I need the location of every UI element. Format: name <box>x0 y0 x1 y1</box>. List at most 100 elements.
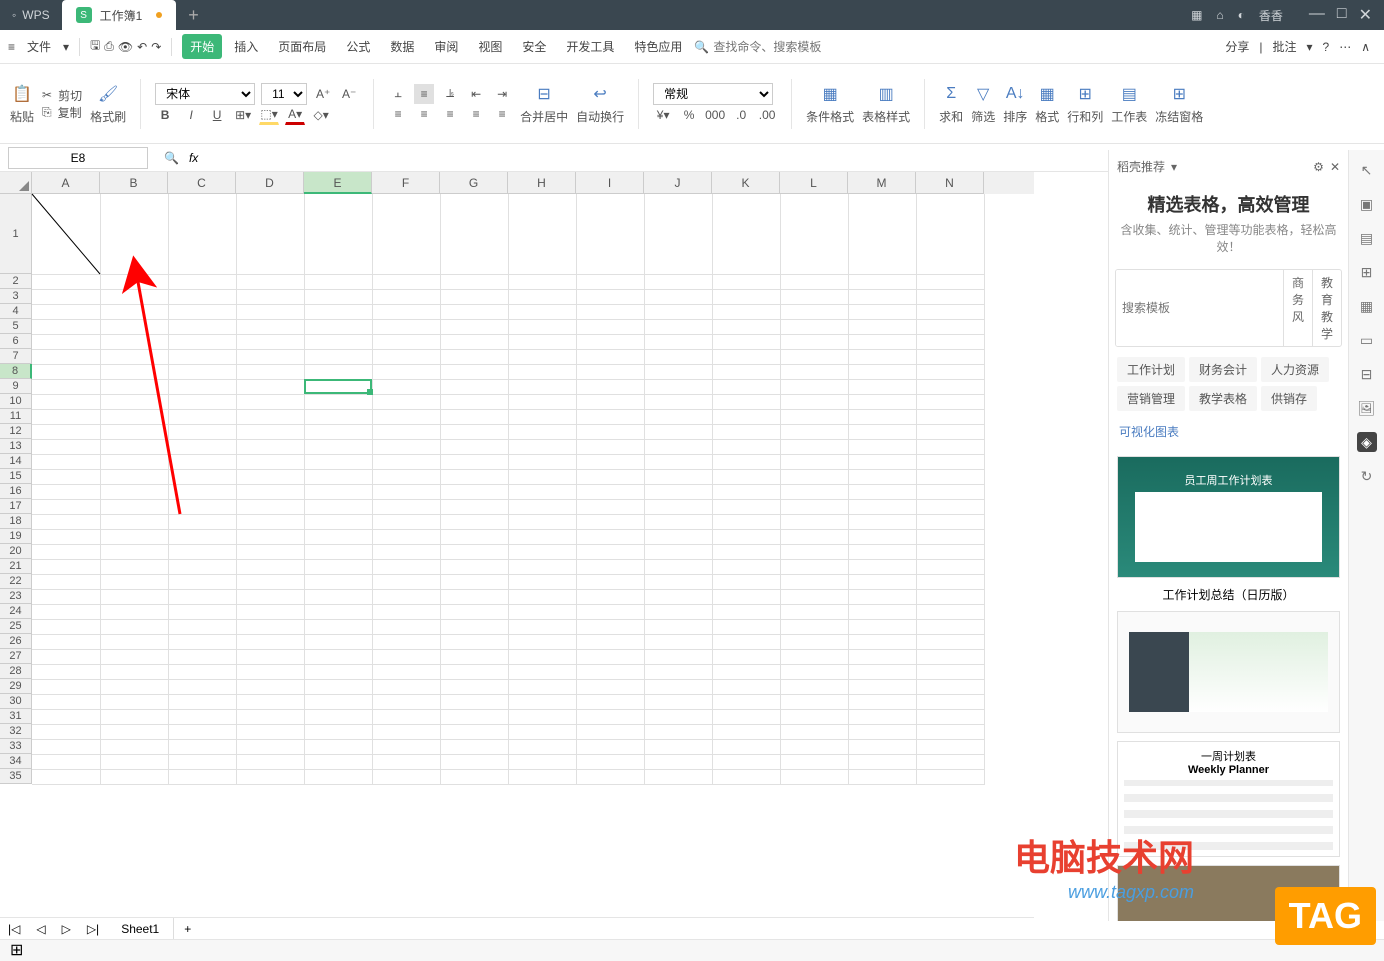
cell-E32[interactable] <box>304 724 372 739</box>
cell-K30[interactable] <box>712 694 780 709</box>
cell-H35[interactable] <box>508 769 576 784</box>
cell-I26[interactable] <box>576 634 644 649</box>
view-tab[interactable]: 视图 <box>470 34 510 59</box>
cell-E2[interactable] <box>304 274 372 289</box>
maximize-button[interactable]: □ <box>1337 5 1347 25</box>
col-header-L[interactable]: L <box>780 172 848 194</box>
cell-K8[interactable] <box>712 364 780 379</box>
font-color-button[interactable]: A▾ <box>285 105 305 125</box>
cell-M15[interactable] <box>848 469 916 484</box>
cell-D22[interactable] <box>236 574 304 589</box>
cell-A31[interactable] <box>32 709 100 724</box>
cell-H14[interactable] <box>508 454 576 469</box>
cell-C32[interactable] <box>168 724 236 739</box>
fx-icon[interactable]: fx <box>189 151 198 165</box>
cell-H11[interactable] <box>508 409 576 424</box>
cell-G13[interactable] <box>440 439 508 454</box>
cell-N34[interactable] <box>916 754 984 769</box>
more-icon[interactable]: ⋯ <box>1339 40 1351 54</box>
data-tab[interactable]: 数据 <box>382 34 422 59</box>
cell-A19[interactable] <box>32 529 100 544</box>
cell-F31[interactable] <box>372 709 440 724</box>
cell-I7[interactable] <box>576 349 644 364</box>
cell-L26[interactable] <box>780 634 848 649</box>
cell-G2[interactable] <box>440 274 508 289</box>
cell-L35[interactable] <box>780 769 848 784</box>
cell-M31[interactable] <box>848 709 916 724</box>
cell-M19[interactable] <box>848 529 916 544</box>
cell-K18[interactable] <box>712 514 780 529</box>
cell-I5[interactable] <box>576 319 644 334</box>
cell-D35[interactable] <box>236 769 304 784</box>
cell-M23[interactable] <box>848 589 916 604</box>
row-header-8[interactable]: 8 <box>0 364 32 379</box>
cell-J34[interactable] <box>644 754 712 769</box>
cell-L34[interactable] <box>780 754 848 769</box>
cell-K17[interactable] <box>712 499 780 514</box>
cell-I27[interactable] <box>576 649 644 664</box>
cell-J13[interactable] <box>644 439 712 454</box>
row-header-19[interactable]: 19 <box>0 529 32 544</box>
style-tab-business[interactable]: 商务风 <box>1283 270 1312 346</box>
merge-button[interactable]: ⊟合并居中 <box>520 82 568 125</box>
cell-F29[interactable] <box>372 679 440 694</box>
cell-L7[interactable] <box>780 349 848 364</box>
cell-G3[interactable] <box>440 289 508 304</box>
cell-H24[interactable] <box>508 604 576 619</box>
cell-A35[interactable] <box>32 769 100 784</box>
row-header-34[interactable]: 34 <box>0 754 32 769</box>
cell-H23[interactable] <box>508 589 576 604</box>
col-header-H[interactable]: H <box>508 172 576 194</box>
sheet-tab[interactable]: Sheet1 <box>107 918 174 939</box>
add-tab-button[interactable]: + <box>176 5 200 26</box>
cell-I17[interactable] <box>576 499 644 514</box>
paste-button[interactable]: 📋粘贴 <box>10 82 34 125</box>
cell-J9[interactable] <box>644 379 712 394</box>
cell-L27[interactable] <box>780 649 848 664</box>
cell-E1[interactable] <box>304 194 372 274</box>
insert-tab[interactable]: 插入 <box>226 34 266 59</box>
cell-F6[interactable] <box>372 334 440 349</box>
cell-H2[interactable] <box>508 274 576 289</box>
cell-L17[interactable] <box>780 499 848 514</box>
print-icon[interactable]: ⎙ <box>104 39 114 54</box>
cell-M13[interactable] <box>848 439 916 454</box>
cell-E10[interactable] <box>304 394 372 409</box>
cell-F5[interactable] <box>372 319 440 334</box>
cell-E14[interactable] <box>304 454 372 469</box>
cell-K27[interactable] <box>712 649 780 664</box>
image-icon[interactable]: 🖼 <box>1357 398 1377 418</box>
cell-H34[interactable] <box>508 754 576 769</box>
row-header-16[interactable]: 16 <box>0 484 32 499</box>
cell-A30[interactable] <box>32 694 100 709</box>
cell-F21[interactable] <box>372 559 440 574</box>
sort-button[interactable]: A↓排序 <box>1003 82 1027 125</box>
cell-C25[interactable] <box>168 619 236 634</box>
cell-J5[interactable] <box>644 319 712 334</box>
cell-E28[interactable] <box>304 664 372 679</box>
cell-H8[interactable] <box>508 364 576 379</box>
cell-H16[interactable] <box>508 484 576 499</box>
cell-L13[interactable] <box>780 439 848 454</box>
cell-L22[interactable] <box>780 574 848 589</box>
cell-L14[interactable] <box>780 454 848 469</box>
cell-M12[interactable] <box>848 424 916 439</box>
cell-N6[interactable] <box>916 334 984 349</box>
col-header-E[interactable]: E <box>304 172 372 194</box>
cell-D27[interactable] <box>236 649 304 664</box>
panel-3-icon[interactable]: ⊞ <box>1357 262 1377 282</box>
cell-L19[interactable] <box>780 529 848 544</box>
row-header-15[interactable]: 15 <box>0 469 32 484</box>
viz-link[interactable]: 可视化图表 <box>1117 419 1181 444</box>
cell-E12[interactable] <box>304 424 372 439</box>
cell-N21[interactable] <box>916 559 984 574</box>
cell-A11[interactable] <box>32 409 100 424</box>
cell-E20[interactable] <box>304 544 372 559</box>
cell-F23[interactable] <box>372 589 440 604</box>
cell-L11[interactable] <box>780 409 848 424</box>
cell-J2[interactable] <box>644 274 712 289</box>
cell-A15[interactable] <box>32 469 100 484</box>
history-icon[interactable]: ↻ <box>1357 466 1377 486</box>
cell-I31[interactable] <box>576 709 644 724</box>
template-card-1[interactable]: 员工周工作计划表 <box>1117 456 1340 578</box>
